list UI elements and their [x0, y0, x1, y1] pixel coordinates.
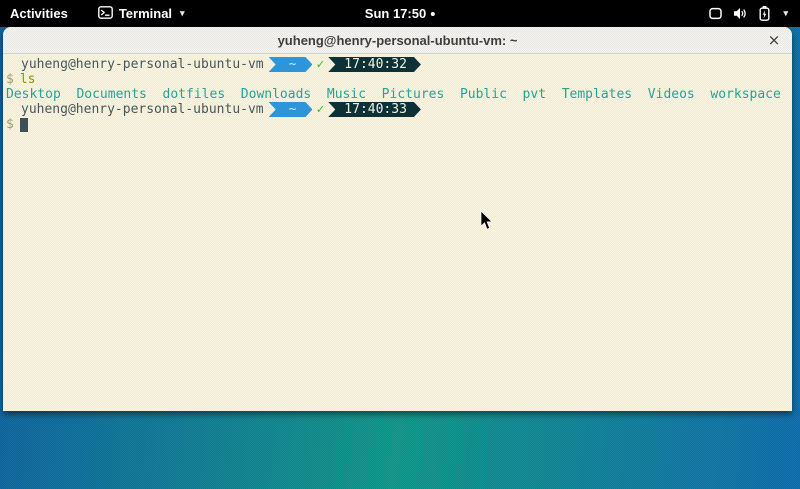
prompt-line: yuheng@henry-personal-ubuntu-vm ~ ✓ 17:4…	[6, 102, 789, 117]
top-bar: Activities Terminal ▾ Sun 17:50	[0, 0, 800, 27]
app-menu-terminal[interactable]: Terminal ▾	[92, 0, 191, 27]
clock-menu[interactable]: Sun 17:50	[365, 0, 435, 27]
success-check-icon: ✓	[316, 102, 324, 117]
screen-icon	[709, 7, 722, 20]
activities-button[interactable]: Activities	[0, 0, 78, 27]
ls-output: Desktop Documents dotfiles Downloads Mus…	[6, 87, 789, 102]
window-titlebar[interactable]: yuheng@henry-personal-ubuntu-vm: ~ ×	[3, 27, 792, 54]
app-menu-label: Terminal	[119, 6, 172, 21]
chevron-down-icon: ▾	[783, 8, 788, 19]
current-input-line: $	[6, 117, 789, 132]
time-badge: 17:40:32	[328, 57, 421, 72]
prompt-symbol: $	[6, 117, 14, 132]
topbar-left: Activities Terminal ▾	[0, 0, 191, 27]
terminal-screen[interactable]: yuheng@henry-personal-ubuntu-vm ~ ✓ 17:4…	[3, 54, 792, 411]
command-text: ls	[20, 72, 36, 87]
close-button[interactable]: ×	[765, 31, 783, 49]
command-line: $ ls	[6, 72, 789, 87]
volume-icon	[733, 7, 748, 20]
prompt-username: yuheng@henry-personal-ubuntu-vm	[21, 57, 264, 72]
prompt-symbol: $	[6, 72, 14, 87]
terminal-app-icon	[98, 6, 113, 22]
prompt-line: yuheng@henry-personal-ubuntu-vm ~ ✓ 17:4…	[6, 57, 789, 72]
success-check-icon: ✓	[316, 57, 324, 72]
desktop: { "topbar": { "activities_label": "Activ…	[0, 0, 800, 489]
system-status-menu[interactable]: ▾	[697, 0, 800, 27]
battery-charging-icon	[759, 6, 770, 21]
cwd-badge: ~	[269, 57, 313, 72]
notification-dot	[431, 12, 435, 16]
terminal-cursor	[20, 118, 28, 132]
window-title: yuheng@henry-personal-ubuntu-vm: ~	[278, 33, 518, 48]
clock-label: Sun 17:50	[365, 6, 426, 21]
chevron-down-icon: ▾	[180, 8, 185, 19]
time-badge: 17:40:33	[328, 102, 421, 117]
cwd-badge: ~	[269, 102, 313, 117]
terminal-window: yuheng@henry-personal-ubuntu-vm: ~ × yuh…	[3, 27, 792, 411]
prompt-username: yuheng@henry-personal-ubuntu-vm	[21, 102, 264, 117]
